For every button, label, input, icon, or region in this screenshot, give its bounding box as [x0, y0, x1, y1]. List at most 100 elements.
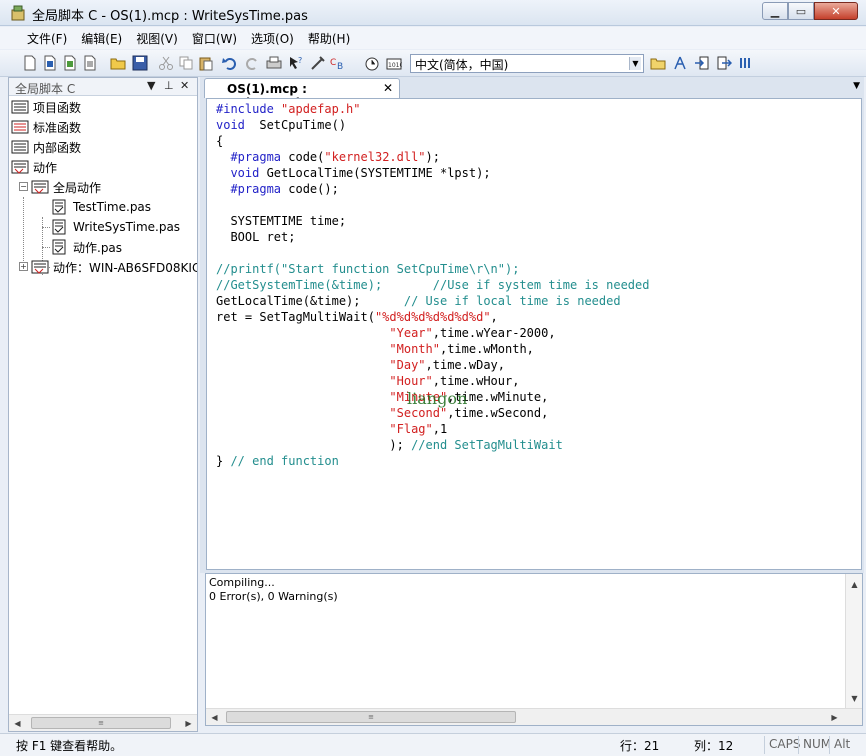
- scroll-up-icon[interactable]: ▲: [846, 576, 863, 592]
- maximize-button[interactable]: ▭: [788, 2, 814, 20]
- scroll-left-icon[interactable]: ◀: [206, 709, 223, 725]
- multi-tag-icon[interactable]: [738, 55, 754, 71]
- menu-window[interactable]: 窗口(W): [185, 27, 244, 49]
- code-text[interactable]: #include "apdefap.h" void SetCpuTime(){ #…: [216, 101, 649, 469]
- folder-functions-icon: [11, 120, 29, 134]
- print-icon[interactable]: [266, 55, 282, 71]
- code-line[interactable]: } // end function: [216, 453, 649, 469]
- chevron-down-icon[interactable]: ▼: [629, 57, 641, 70]
- panel-dropdown-icon[interactable]: ▼: [147, 79, 155, 92]
- code-line[interactable]: GetLocalTime(&time); // Use if local tim…: [216, 293, 649, 309]
- tree-item-local-actions[interactable]: 动作：WIN-AB6SFD08KIC: [31, 257, 197, 277]
- panel-title: 全局脚本 C: [15, 82, 76, 96]
- code-line[interactable]: SYSTEMTIME time;: [216, 213, 649, 229]
- paste-icon[interactable]: [198, 55, 214, 71]
- new-project-function-icon[interactable]: [42, 55, 58, 71]
- menu-options[interactable]: 选项(O): [244, 27, 301, 49]
- copy-icon[interactable]: [178, 55, 194, 71]
- code-line[interactable]: void SetCpuTime(): [216, 117, 649, 133]
- tab-writesystime[interactable]: OS(1).mcp : WriteSysTime.pas ✕: [204, 78, 400, 110]
- code-line[interactable]: {: [216, 133, 649, 149]
- menu-view[interactable]: 视图(V): [129, 27, 185, 49]
- language-select[interactable]: 中文(简体，中国) ▼: [410, 54, 644, 73]
- minimize-button[interactable]: ▁: [762, 2, 788, 20]
- undo-icon[interactable]: [222, 55, 238, 71]
- save-icon[interactable]: [132, 55, 148, 71]
- scroll-right-icon[interactable]: ▶: [180, 715, 197, 731]
- menu-edit[interactable]: 编辑(E): [74, 27, 129, 49]
- expand-toggle[interactable]: +: [19, 262, 28, 271]
- scroll-left-icon[interactable]: ◀: [9, 715, 26, 731]
- status-alt: Alt: [829, 736, 854, 754]
- tree-item-writesystime[interactable]: WriteSysTime.pas: [51, 217, 181, 237]
- code-line[interactable]: BOOL ret;: [216, 229, 649, 245]
- scroll-thumb[interactable]: ≡: [31, 717, 171, 729]
- panel-close-icon[interactable]: ✕: [180, 79, 189, 92]
- export-icon[interactable]: [716, 55, 732, 71]
- action-file-icon: [52, 239, 66, 255]
- help-pointer-icon[interactable]: ?: [288, 55, 304, 71]
- open-folder-icon[interactable]: [110, 55, 126, 71]
- tree-horizontal-scrollbar[interactable]: ◀ ≡ ▶: [9, 714, 197, 731]
- output-horizontal-scrollbar[interactable]: ◀ ≡ ▶: [206, 708, 862, 725]
- code-line[interactable]: "Hour",time.wHour,: [216, 373, 649, 389]
- output-line: Compiling...: [209, 576, 275, 589]
- code-line[interactable]: ret = SetTagMultiWait("%d%d%d%d%d%d%d",: [216, 309, 649, 325]
- svg-text:B: B: [337, 62, 343, 71]
- tree-item-internal-functions[interactable]: 内部函数: [11, 137, 81, 157]
- code-line[interactable]: [216, 245, 649, 261]
- tree-item-actions[interactable]: 动作: [11, 157, 57, 177]
- tab-list-dropdown-icon[interactable]: ▼: [853, 81, 860, 91]
- close-button[interactable]: ✕: [814, 2, 858, 20]
- scroll-right-icon[interactable]: ▶: [826, 709, 843, 725]
- code-line[interactable]: "Month",time.wMonth,: [216, 341, 649, 357]
- compile-icon[interactable]: [310, 55, 326, 71]
- tree-item-global-actions[interactable]: 全局动作: [31, 177, 101, 197]
- code-line[interactable]: ); //end SetTagMultiWait: [216, 437, 649, 453]
- new-standard-function-icon[interactable]: [62, 55, 78, 71]
- menu-file[interactable]: 文件(F): [20, 27, 74, 49]
- scroll-thumb[interactable]: ≡: [226, 711, 516, 723]
- code-line[interactable]: #include "apdefap.h": [216, 101, 649, 117]
- tree-item-testtime[interactable]: TestTime.pas: [51, 197, 151, 217]
- output-vertical-scrollbar[interactable]: ▲ ▼: [845, 574, 862, 708]
- redo-icon[interactable]: [244, 55, 260, 71]
- cb-icon[interactable]: CB: [330, 55, 346, 71]
- trigger-clock-icon[interactable]: [364, 55, 380, 71]
- code-line[interactable]: //printf("Start function SetCpuTime\r\n"…: [216, 261, 649, 277]
- pin-icon[interactable]: ⊥: [164, 79, 174, 92]
- code-line[interactable]: "Year",time.wYear-2000,: [216, 325, 649, 341]
- menu-bar: 文件(F) 编辑(E) 视图(V) 窗口(W) 选项(O) 帮助(H): [0, 27, 866, 49]
- cut-icon[interactable]: [158, 55, 174, 71]
- code-line[interactable]: //GetSystemTime(&time); //Use if system …: [216, 277, 649, 293]
- scroll-down-icon[interactable]: ▼: [846, 690, 863, 706]
- code-editor[interactable]: #include "apdefap.h" void SetCpuTime(){ #…: [206, 98, 862, 570]
- code-line[interactable]: #pragma code();: [216, 181, 649, 197]
- menu-help[interactable]: 帮助(H): [301, 27, 357, 49]
- output-panel: Compiling... 0 Error(s), 0 Warning(s) ▲ …: [205, 573, 863, 726]
- tree-item-action-pas[interactable]: 动作.pas: [51, 237, 122, 257]
- folder-icon[interactable]: [650, 55, 666, 71]
- tag-icon[interactable]: [672, 55, 688, 71]
- import-icon[interactable]: [694, 55, 710, 71]
- new-action-icon[interactable]: [82, 55, 98, 71]
- status-column: 列：12: [694, 739, 734, 753]
- status-row: 行：21: [620, 739, 660, 753]
- code-line[interactable]: [216, 197, 649, 213]
- collapse-toggle[interactable]: −: [19, 182, 28, 191]
- info-icon[interactable]: 1010: [386, 55, 402, 71]
- tree-item-project-functions[interactable]: 项目函数: [11, 97, 81, 117]
- new-file-icon[interactable]: [22, 55, 38, 71]
- app-icon: [11, 5, 25, 21]
- code-line[interactable]: "Day",time.wDay,: [216, 357, 649, 373]
- code-line[interactable]: #pragma code("kernel32.dll");: [216, 149, 649, 165]
- language-select-value: 中文(简体，中国): [415, 58, 509, 72]
- folder-actions-icon: [11, 160, 29, 174]
- folder-actions-icon: [31, 260, 49, 274]
- folder-functions-icon: [11, 140, 29, 154]
- code-line[interactable]: "Flag",1: [216, 421, 649, 437]
- editor-area: OS(1).mcp : WriteSysTime.pas ✕ ▼ #includ…: [200, 77, 864, 573]
- tab-close-icon[interactable]: ✕: [383, 81, 393, 95]
- tree-item-standard-functions[interactable]: 标准函数: [11, 117, 81, 137]
- code-line[interactable]: void GetLocalTime(SYSTEMTIME *lpst);: [216, 165, 649, 181]
